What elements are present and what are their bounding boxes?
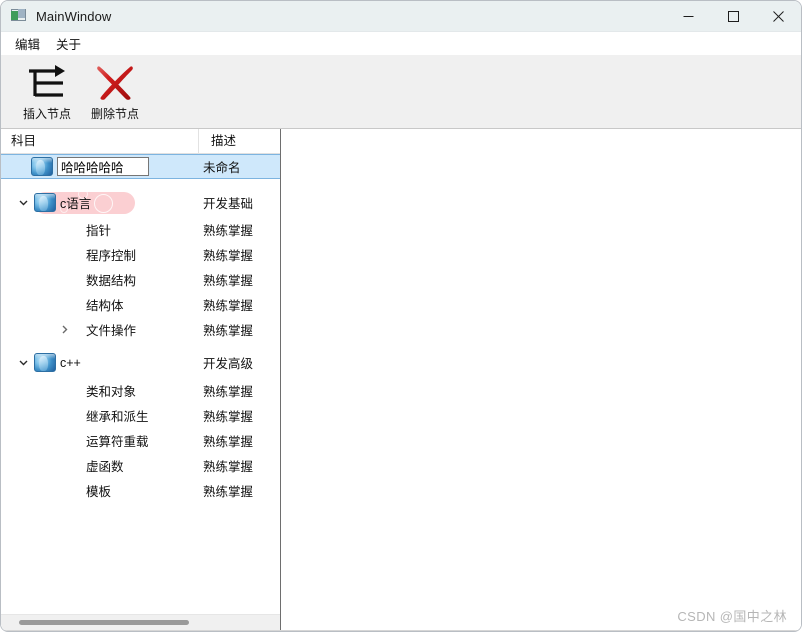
app-icon [11,8,27,24]
node-label: c语言 [60,197,92,211]
node-label: 虚函数 [86,460,124,474]
insert-node-icon [23,60,71,104]
delete-node-icon [91,60,139,104]
table-row[interactable]: 模板 熟练掌握 [1,478,280,503]
table-row[interactable]: 结构体 熟练掌握 [1,292,280,317]
table-row[interactable]: 虚函数 熟练掌握 [1,453,280,478]
menu-item-about[interactable]: 关于 [48,32,89,55]
column-header-subject[interactable]: 科目 [1,129,199,154]
tree-body[interactable]: 未命名 c语言 开发基础 [1,154,280,614]
folder-image-icon [34,193,56,212]
table-row[interactable]: 类和对象 熟练掌握 [1,378,280,403]
node-description: 熟练掌握 [203,460,254,474]
node-name-editor[interactable] [57,157,149,176]
tree-header: 科目 描述 [1,129,280,154]
table-row[interactable]: 运算符重载 熟练掌握 [1,428,280,453]
table-row[interactable]: 文件操作 熟练掌握 [1,317,280,342]
window-title: MainWindow [36,8,112,24]
insert-node-button[interactable]: 插入节点 [13,58,81,124]
table-row[interactable]: c++ 开发高级 [1,349,280,376]
window-controls [666,1,801,32]
table-row[interactable]: 继承和派生 熟练掌握 [1,403,280,428]
folder-image-icon [31,157,53,176]
node-description: 熟练掌握 [203,224,254,238]
node-label: 继承和派生 [86,410,149,424]
node-label: c++ [60,355,81,370]
node-description: 未命名 [203,161,241,175]
node-description: 开发基础 [203,197,254,211]
table-row[interactable]: 未命名 [1,154,280,179]
main-window: MainWindow 编辑 关于 插入节点 删除节点 科目 描述 哈哈哈哈哈 未… [0,0,802,632]
scrollbar-thumb[interactable] [19,620,189,625]
node-description: 熟练掌握 [203,385,254,399]
node-label: 数据结构 [86,274,137,288]
node-description: 熟练掌握 [203,435,254,449]
tool-bar: 插入节点 删除节点 [1,55,801,129]
folder-image-icon [34,353,56,372]
maximize-icon[interactable] [711,1,756,32]
table-row[interactable]: c语言 开发基础 [1,189,280,215]
central-area: 科目 描述 未命名 [1,129,801,630]
node-label: 结构体 [86,299,124,313]
title-bar: MainWindow [1,1,801,32]
node-label: 文件操作 [86,324,137,338]
node-description: 熟练掌握 [203,324,254,338]
subject-tree-panel: 科目 描述 未命名 [1,129,281,630]
horizontal-scrollbar[interactable] [1,614,280,630]
node-description: 熟练掌握 [203,274,254,288]
column-header-description[interactable]: 描述 [199,129,280,154]
chevron-right-icon[interactable] [53,324,75,335]
node-description: 熟练掌握 [203,299,254,313]
insert-node-label: 插入节点 [22,107,71,121]
node-description: 熟练掌握 [203,410,254,424]
node-label: 程序控制 [86,249,137,263]
minimize-icon[interactable] [666,1,711,32]
node-label: 模板 [86,485,112,499]
node-description: 开发高级 [203,357,254,371]
node-label: 指针 [86,224,112,238]
node-label: 运算符重载 [86,435,149,449]
watermark: CSDN @国中之林 [677,609,787,624]
chevron-down-icon[interactable] [12,197,34,208]
detail-panel [281,129,801,630]
chevron-down-icon[interactable] [12,357,34,368]
node-label: 类和对象 [86,385,137,399]
close-icon[interactable] [756,1,801,32]
node-description: 熟练掌握 [203,249,254,263]
table-row[interactable]: 数据结构 熟练掌握 [1,267,280,292]
table-row[interactable]: 程序控制 熟练掌握 [1,242,280,267]
delete-node-label: 删除节点 [90,107,139,121]
menu-item-edit[interactable]: 编辑 [7,32,48,55]
node-description: 熟练掌握 [203,485,254,499]
menu-bar: 编辑 关于 [1,32,801,55]
delete-node-button[interactable]: 删除节点 [81,58,149,124]
table-row[interactable]: 指针 熟练掌握 [1,217,280,242]
